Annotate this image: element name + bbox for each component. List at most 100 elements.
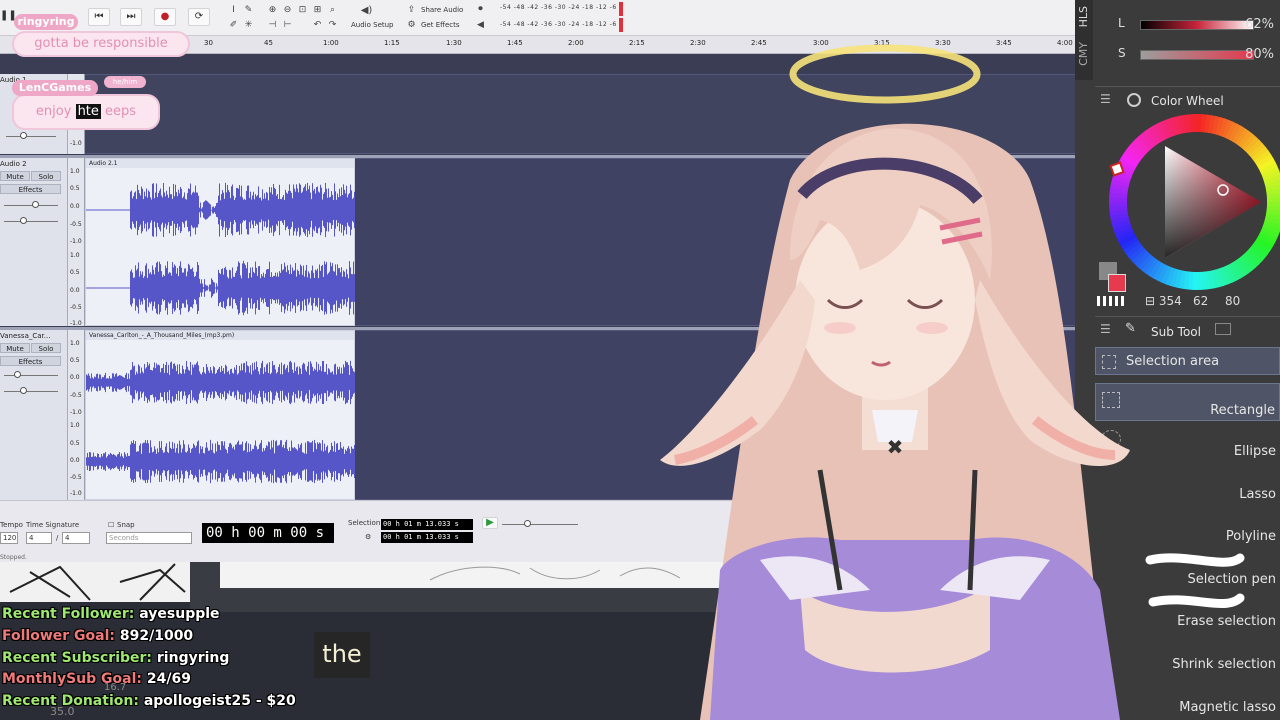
envelope-tool-icon[interactable]: ✎ [242,4,255,16]
track-2-effects-button[interactable]: Effects [0,184,61,194]
selection-start-field[interactable]: 00 h 01 m 13.033 s [381,519,473,530]
snap-checkbox[interactable]: ☐ [108,521,114,529]
main-color-swatch[interactable] [1108,274,1126,292]
hue-marker [1109,161,1125,177]
time-signature-den[interactable]: 4 [62,532,90,544]
share-audio-button[interactable]: Share Audio [421,6,463,14]
hls-l-slider[interactable] [1140,20,1254,30]
select-tool-icon[interactable]: I [227,4,240,16]
transparent-swatch[interactable] [1097,296,1127,306]
silence-icon[interactable]: ⊢ [281,19,294,31]
record-button[interactable]: ● [154,8,176,26]
waveform-sample [236,270,237,306]
track-3-name[interactable]: Vanessa_Car... [0,332,50,340]
track-3-gain-knob[interactable] [14,371,21,378]
hls-s-row[interactable]: S 80% [1095,46,1280,66]
sub-tool-group-selection-area[interactable]: Selection area [1095,347,1280,375]
effects-icon[interactable]: ⚙ [405,19,418,31]
time-display[interactable]: 00 h 00 m 00 s [202,523,334,543]
waveform-sample [305,369,306,396]
track-3-pan-knob[interactable] [20,387,27,394]
panel-menu-icon[interactable]: ☰ [1100,322,1111,336]
track-2-gain-slider[interactable] [4,205,58,206]
zoom-out-icon[interactable]: ⊖ [281,4,294,16]
track-2-empty[interactable] [355,158,1075,326]
track-2-controls[interactable]: Audio 2 Mute Solo Effects [0,158,68,326]
sub-tool-lasso[interactable]: Lasso [1095,481,1280,509]
play-speed-knob[interactable] [524,520,531,527]
waveform-sample [289,361,290,404]
cmy-tab[interactable]: CMY [1077,42,1090,66]
trim-icon[interactable]: ⊣ [266,19,279,31]
share-icon[interactable]: ⇪ [405,4,418,16]
sub-tool-ellipse[interactable]: Ellipse [1095,430,1280,466]
track-3-mute-button[interactable]: Mute [0,343,30,353]
color-wheel[interactable] [1105,110,1280,295]
clip-title[interactable]: Vanessa_Carlton_-_A_Thousand_Miles_(mp3.… [86,331,354,340]
waveform-sample [91,209,92,211]
tempo-field[interactable]: 120 [0,532,18,544]
speaker-icon[interactable]: ◀) [360,5,373,17]
track-2-name[interactable]: Audio 2 [0,160,27,168]
track-1-gain-knob[interactable] [20,132,27,139]
skip-end-button[interactable]: ⏭ [120,8,142,26]
fit-project-icon[interactable]: ⊞ [311,4,324,16]
record-meter[interactable]: -54 -48 -42 -36 -30 -24 -18 -12 -6 [500,4,617,14]
track-2-pan-slider[interactable] [4,221,58,222]
draw-tool-icon[interactable]: ✐ [227,19,240,31]
snap-units-select[interactable]: Seconds [106,532,192,544]
sub-tool-view-icon[interactable] [1215,323,1231,335]
get-effects-button[interactable]: Get Effects [421,21,460,29]
stat-key: Recent Follower: [2,606,135,622]
pause-button[interactable]: ❚❚ [0,8,17,26]
track-2-gain-knob[interactable] [32,201,39,208]
waveform-sample [151,447,152,476]
clip-vanessa-carlton[interactable]: Vanessa_Carlton_-_A_Thousand_Miles_(mp3.… [85,330,356,500]
track-3-gain-slider[interactable] [4,375,58,376]
track-3-pan-slider[interactable] [4,391,58,392]
track-2-solo-button[interactable]: Solo [31,171,61,181]
chat-username-2[interactable]: LenCGames [12,80,98,96]
undo-icon[interactable]: ↶ [311,19,324,31]
track-area[interactable]: Audio 1 -1.0 Audio 2 Mute Solo Effects 1… [0,54,1075,500]
time-signature-num[interactable]: 4 [26,532,52,544]
track-3-effects-button[interactable]: Effects [0,356,61,366]
selection-settings-icon[interactable]: ⚙ [365,533,371,541]
waveform-sample [270,192,271,228]
sub-tool-shrink-selection[interactable]: Shrink selection [1095,651,1280,679]
redo-icon[interactable]: ↷ [326,19,339,31]
fit-selection-icon[interactable]: ⊡ [296,4,309,16]
drawing-canvas[interactable] [220,562,780,588]
playback-meter[interactable]: -54 -48 -42 -36 -30 -24 -18 -12 -6 [500,21,617,31]
waveform-sample [163,452,164,471]
zoom-in-icon[interactable]: ⊕ [266,4,279,16]
hls-tab[interactable]: HLS [1077,6,1090,27]
waveform-sample [160,188,161,232]
waveform-sample [260,368,261,397]
waveform-sample [145,440,146,483]
waveform-sample [97,287,98,289]
skip-start-button[interactable]: ⏮ [88,8,110,26]
track-3-controls[interactable]: Vanessa_Car... Mute Solo Effects [0,330,68,500]
hls-s-slider[interactable] [1140,50,1254,60]
panel-menu-icon[interactable]: ☰ [1100,92,1111,106]
track-3-solo-button[interactable]: Solo [31,343,61,353]
track-1-empty[interactable] [85,74,1075,154]
zoom-toggle-icon[interactable]: ⌕ [326,4,339,16]
hls-l-row[interactable]: L 62% [1095,16,1280,36]
play-speed-slider[interactable] [502,524,578,525]
track-2-mute-button[interactable]: Mute [0,171,30,181]
sub-tool-magnetic-lasso[interactable]: Magnetic lasso [1095,694,1280,720]
track-2-pan-knob[interactable] [20,217,27,224]
clip-audio-2-1[interactable]: Audio 2.1 [85,158,356,326]
clip-title[interactable]: Audio 2.1 [86,159,354,168]
selection-end-field[interactable]: 00 h 01 m 13.033 s [381,532,473,543]
multi-tool-icon[interactable]: ✳ [242,19,255,31]
loop-button[interactable]: ⟳ [188,8,210,26]
audio-setup-label[interactable]: Audio Setup [351,21,394,29]
track-1-gain-slider[interactable] [6,136,56,137]
track-3-empty[interactable] [355,330,1075,500]
sub-tool-rectangle[interactable]: Rectangle [1095,383,1280,421]
play-at-speed-button[interactable]: ▶ [482,517,498,529]
chat-username-1[interactable]: ringyring [14,14,78,30]
